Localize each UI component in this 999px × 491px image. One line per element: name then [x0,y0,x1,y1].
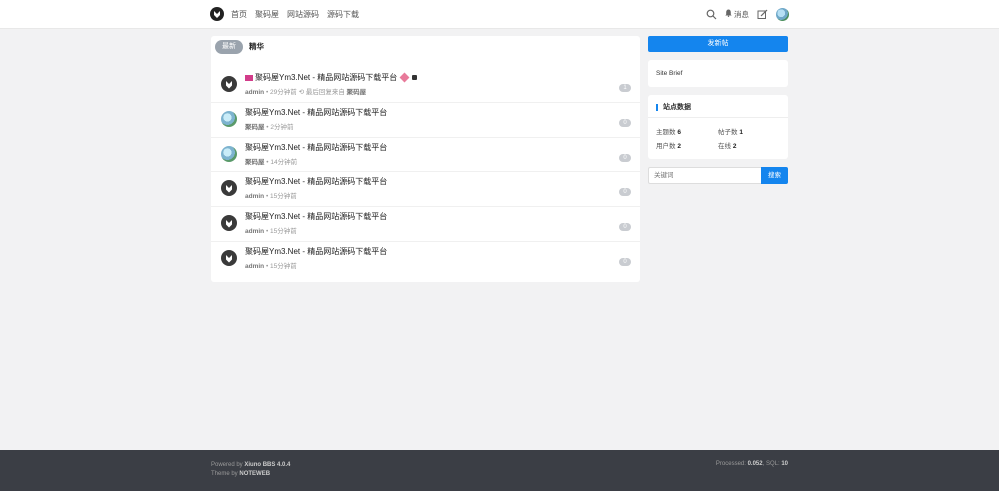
bell-icon [725,9,732,19]
thread-row[interactable]: 聚码屋Ym3.Net - 精品网站源码下载平台 admin • 29分钟前 ⟲ … [211,68,640,103]
stat-threads: 主题数 6 [656,129,681,136]
thread-title[interactable]: 聚码屋Ym3.Net - 精品网站源码下载平台 [245,142,387,153]
thread-meta: 聚码屋 • 2分钟前 [245,123,294,131]
footer-processed: Processed: 0.052, SQL: 10 [715,461,788,467]
reply-count-badge: 0 [619,188,631,197]
stat-online: 在线 2 [718,143,737,150]
sidebar: 发新帖 Site Brief 站点数据 主题数 6 帖子数 1 用户数 2 在线… [648,36,788,184]
thread-title[interactable]: 聚码屋Ym3.Net - 精品网站源码下载平台 [245,211,387,222]
thread-time: 15分钟前 [270,228,297,236]
thread-author[interactable]: admin [245,89,264,96]
reply-icon: ⟲ [298,89,305,96]
top-navbar: 首页 聚码屋 网站源码 源码下载 消息 [0,0,999,29]
header-actions: 消息 [706,6,789,22]
author-avatar[interactable] [221,145,237,162]
site-brief-text: Site Brief [656,70,683,77]
reply-count-badge: 0 [619,153,631,162]
reply-count-badge: 1 [619,84,631,92]
thread-time: 29分钟前 [270,89,297,96]
thread-title-text: 聚码屋Ym3.Net - 精品网站源码下载平台 [245,246,388,256]
flag-icon [245,74,253,81]
thread-meta: admin • 15分钟前 [245,228,297,236]
lock-icon [412,75,418,80]
messages-label: 消息 [734,9,749,19]
author-avatar[interactable] [221,110,237,127]
user-avatar[interactable] [776,7,789,21]
powered-by: Powered by Xiuno BBS 4.0.4 [211,462,291,468]
search-icon[interactable] [706,9,717,20]
thread-author[interactable]: admin [245,228,264,235]
reply-count-badge: 0 [619,223,631,232]
search-button[interactable]: 搜索 [761,167,788,184]
thread-time: 15分钟前 [270,193,297,201]
author-avatar[interactable] [221,76,237,92]
thread-title-text: 聚码屋Ym3.Net - 精品网站源码下载平台 [245,212,388,222]
thread-tabs: 最新 精华 [215,40,264,54]
tab-featured[interactable]: 精华 [249,40,264,54]
search-input[interactable] [648,167,761,184]
thread-meta: admin • 15分钟前 [245,193,297,201]
thread-title-text: 聚码屋Ym3.Net - 精品网站源码下载平台 [245,177,388,187]
author-avatar[interactable] [221,180,237,197]
thread-title[interactable]: 聚码屋Ym3.Net - 精品网站源码下载平台 [245,72,418,83]
site-brief-card: Site Brief [648,60,788,87]
thread-title-text: 聚码屋Ym3.Net - 精品网站源码下载平台 [245,107,388,117]
nav-link-source-download[interactable]: 源码下载 [327,9,359,20]
author-avatar[interactable] [221,215,237,232]
last-reply-user[interactable]: 聚码屋 [347,89,367,96]
stat-users: 用户数 2 [656,143,681,150]
messages-link[interactable]: 消息 [725,9,749,20]
diamond-icon [399,72,410,83]
theme-by-link[interactable]: NOTEWEB [239,471,270,477]
thread-time: 14分钟前 [270,158,298,166]
thread-meta: admin • 15分钟前 [245,262,297,270]
thread-meta: admin • 29分钟前 ⟲ 最后回复来自 聚码屋 [245,89,367,96]
new-post-button[interactable]: 发新帖 [648,36,788,52]
thread-list: 聚码屋Ym3.Net - 精品网站源码下载平台 admin • 29分钟前 ⟲ … [211,68,640,277]
nav-link-home[interactable]: 首页 [231,9,247,20]
tab-latest[interactable]: 最新 [215,40,243,54]
thread-time: 2分钟前 [270,123,294,131]
nav-link-jumawu[interactable]: 聚码屋 [255,9,279,20]
main-nav: 首页 聚码屋 网站源码 源码下载 [231,9,359,20]
divider [648,117,788,118]
stats-grid: 主题数 6 帖子数 1 用户数 2 在线 2 [656,126,780,150]
thread-title-text: 聚码屋Ym3.Net - 精品网站源码下载平台 [245,142,388,152]
thread-author[interactable]: 聚码屋 [245,124,265,131]
last-reply-label: 最后回复来自 [305,89,345,96]
author-avatar[interactable] [221,249,237,266]
stats-header: 站点数据 [656,102,691,112]
thread-row[interactable]: 聚码屋Ym3.Net - 精品网站源码下载平台 聚码屋 • 2分钟前 0 [211,103,640,138]
thread-title-text: 聚码屋Ym3.Net - 精品网站源码下载平台 [255,73,398,82]
reply-count-badge: 0 [619,118,631,127]
thread-title[interactable]: 聚码屋Ym3.Net - 精品网站源码下载平台 [245,176,387,187]
accent-bar [656,103,658,111]
thread-row[interactable]: 聚码屋Ym3.Net - 精品网站源码下载平台 admin • 15分钟前 0 [211,207,640,242]
thread-list-card: 最新 精华 聚码屋Ym3.Net - 精品网站源码下载平台 admin • 29… [211,36,640,282]
site-logo-icon[interactable] [210,7,224,21]
site-stats-card: 站点数据 主题数 6 帖子数 1 用户数 2 在线 2 [648,95,788,159]
theme-by: Theme by NOTEWEB [211,471,271,477]
thread-row[interactable]: 聚码屋Ym3.Net - 精品网站源码下载平台 聚码屋 • 14分钟前 0 [211,138,640,173]
thread-author[interactable]: admin [245,193,264,200]
thread-title[interactable]: 聚码屋Ym3.Net - 精品网站源码下载平台 [245,107,387,118]
stat-posts: 帖子数 1 [718,129,743,136]
thread-row[interactable]: 聚码屋Ym3.Net - 精品网站源码下载平台 admin • 15分钟前 0 [211,172,640,208]
footer-credits: Powered by Xiuno BBS 4.0.4 Theme by NOTE… [211,461,290,479]
thread-meta: 聚码屋 • 14分钟前 [245,158,298,166]
thread-time: 15分钟前 [270,262,297,270]
powered-by-link[interactable]: Xiuno BBS 4.0.4 [244,462,290,468]
footer: Powered by Xiuno BBS 4.0.4 Theme by NOTE… [0,450,999,491]
thread-author[interactable]: 聚码屋 [245,159,265,166]
nav-link-site-source[interactable]: 网站源码 [287,9,319,20]
edit-icon[interactable] [757,9,768,20]
reply-count-badge: 0 [619,257,631,266]
stats-title: 站点数据 [663,104,691,111]
thread-author[interactable]: admin [245,263,264,270]
thread-row[interactable]: 聚码屋Ym3.Net - 精品网站源码下载平台 admin • 15分钟前 0 [211,242,640,277]
search-form: 搜索 [648,167,788,184]
thread-title[interactable]: 聚码屋Ym3.Net - 精品网站源码下载平台 [245,246,387,257]
